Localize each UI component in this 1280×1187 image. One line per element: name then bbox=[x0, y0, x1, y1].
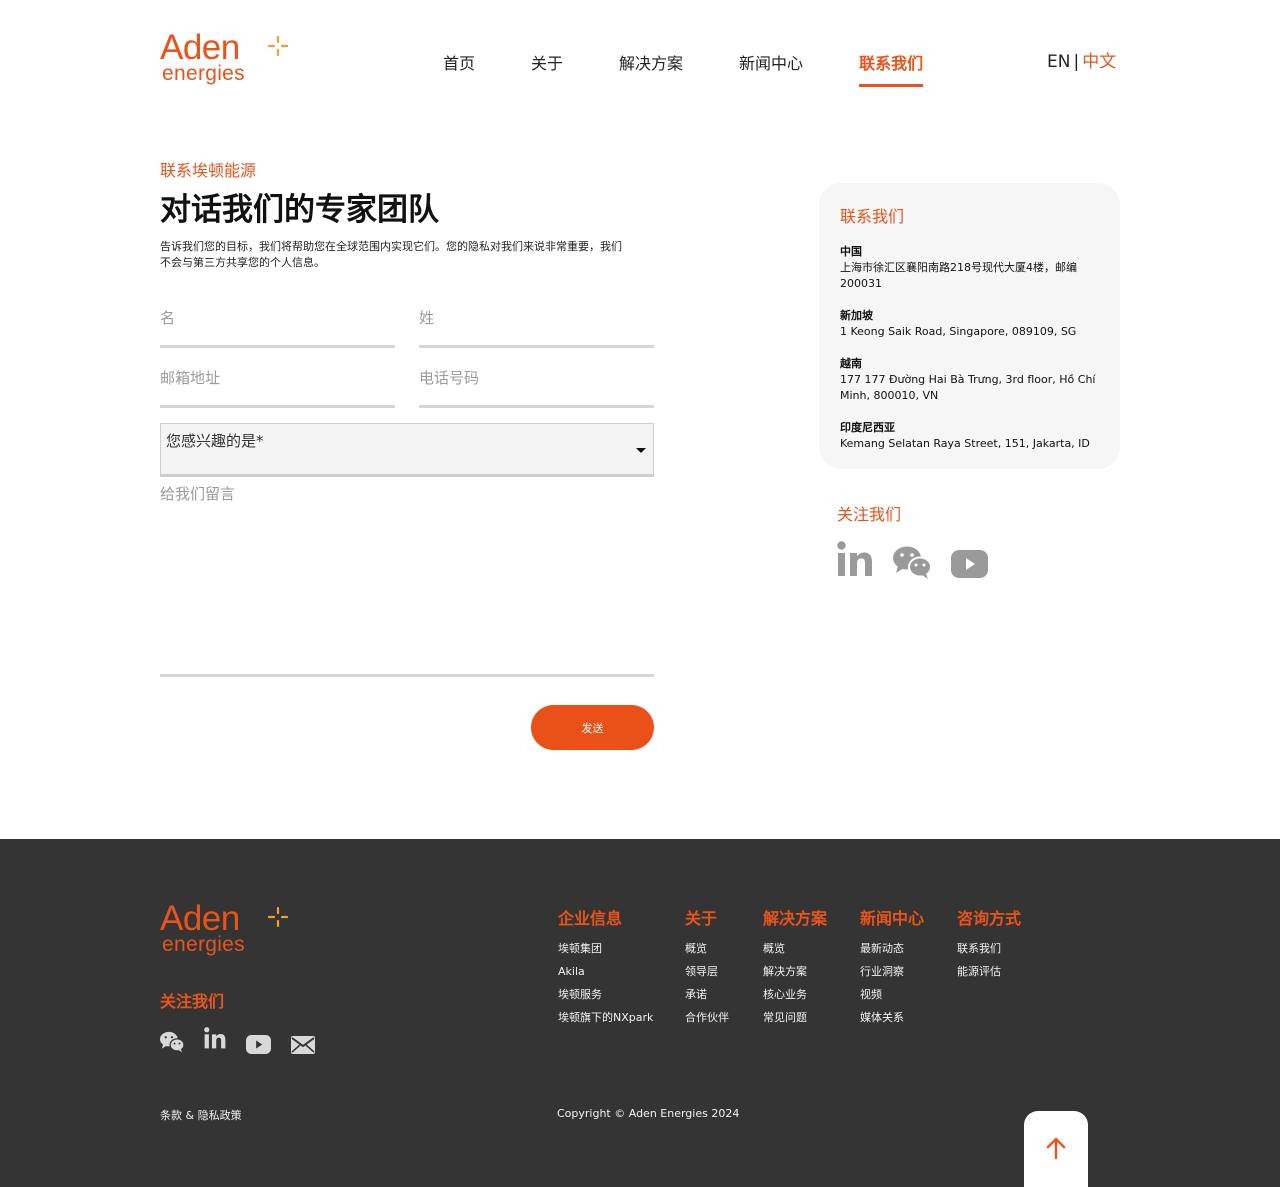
interest-select[interactable]: 您感兴趣的是* bbox=[160, 423, 654, 477]
message-field bbox=[160, 483, 654, 677]
footer-col-heading: 关于 bbox=[685, 909, 718, 928]
footer-link[interactable]: 联系我们 bbox=[957, 937, 1021, 960]
office-address: Kemang Selatan Raya Street, 151, Jakarta… bbox=[840, 437, 1090, 450]
interest-select-label: 您感兴趣的是* bbox=[166, 432, 264, 450]
footer-link[interactable]: 埃顿集团 bbox=[558, 937, 653, 960]
language-switcher: EN | 中文 bbox=[1047, 47, 1116, 72]
office-address: 177 177 Đường Hai Bà Trưng, 3rd floor, H… bbox=[840, 373, 1096, 402]
terms-privacy-link[interactable]: 条款 & 隐私政策 bbox=[160, 1107, 242, 1123]
office-china: 中国 上海市徐汇区襄阳南路218号现代大厦4楼，邮编200031 bbox=[840, 244, 1102, 292]
intro-text: 告诉我们您的目标，我们将帮助您在全球范围内实现它们。您的隐私对我们来说非常重要，… bbox=[160, 240, 622, 269]
first-name-input[interactable] bbox=[160, 309, 395, 327]
logo-subtitle: energies bbox=[162, 62, 245, 85]
mail-icon[interactable] bbox=[291, 1036, 315, 1054]
phone-input[interactable] bbox=[419, 369, 654, 387]
message-textarea[interactable] bbox=[160, 483, 654, 668]
footer-col-heading: 企业信息 bbox=[558, 909, 623, 928]
logo-spark-icon bbox=[268, 907, 288, 927]
lang-en[interactable]: EN bbox=[1047, 52, 1070, 72]
footer-link[interactable]: Akila bbox=[558, 960, 653, 983]
youtube-icon[interactable] bbox=[246, 1035, 271, 1054]
office-singapore: 新加坡 1 Keong Saik Road, Singapore, 089109… bbox=[840, 308, 1102, 340]
footer-col-news: 新闻中心 最新动态 行业洞察 视频 媒体关系 bbox=[860, 905, 924, 1029]
nav-item-news[interactable]: 新闻中心 bbox=[739, 50, 803, 82]
linkedin-icon[interactable] bbox=[837, 541, 873, 577]
office-indonesia: 印度尼西亚 Kemang Selatan Raya Street, 151, J… bbox=[840, 420, 1102, 452]
nav-item-solutions[interactable]: 解决方案 bbox=[619, 50, 683, 82]
site-header: Aden energies 首页 关于 解决方案 新闻中心 联系我们 EN | 中文 bbox=[0, 0, 1280, 110]
main-nav: 首页 关于 解决方案 新闻中心 联系我们 bbox=[443, 50, 979, 87]
footer-link[interactable]: 视频 bbox=[860, 983, 924, 1006]
footer-follow-title: 关注我们 bbox=[160, 992, 225, 1011]
copyright-text: Copyright © Aden Energies 2024 bbox=[557, 1107, 740, 1120]
footer-link[interactable]: 领导层 bbox=[685, 960, 729, 983]
lang-separator: | bbox=[1073, 52, 1080, 72]
footer-col-heading: 解决方案 bbox=[763, 909, 828, 928]
office-address: 1 Keong Saik Road, Singapore, 089109, SG bbox=[840, 325, 1077, 338]
footer-link[interactable]: 能源评估 bbox=[957, 960, 1021, 983]
send-button[interactable]: 发送 bbox=[531, 705, 654, 750]
footer-link[interactable]: 合作伙伴 bbox=[685, 1006, 729, 1029]
office-name: 新加坡 bbox=[840, 309, 873, 322]
footer-col-heading: 咨询方式 bbox=[957, 909, 1022, 928]
footer-link[interactable]: 常见问题 bbox=[763, 1006, 827, 1029]
last-name-field bbox=[419, 308, 654, 348]
office-address: 上海市徐汇区襄阳南路218号现代大厦4楼，邮编200031 bbox=[840, 261, 1077, 290]
site-footer: Aden energies 关注我们 企业信息 埃顿集团 Akila 埃顿服务 … bbox=[0, 839, 1280, 1187]
nav-item-about[interactable]: 关于 bbox=[531, 50, 563, 82]
linkedin-icon[interactable] bbox=[204, 1026, 226, 1050]
footer-link[interactable]: 概览 bbox=[685, 937, 729, 960]
footer-link[interactable]: 概览 bbox=[763, 937, 827, 960]
footer-link[interactable]: 解决方案 bbox=[763, 960, 827, 983]
wechat-icon[interactable] bbox=[893, 546, 931, 579]
office-name: 越南 bbox=[840, 357, 862, 370]
nav-item-contact[interactable]: 联系我们 bbox=[859, 50, 924, 87]
office-vietnam: 越南 177 177 Đường Hai Bà Trưng, 3rd floor… bbox=[840, 356, 1102, 404]
page-title: 对话我们的专家团队 bbox=[160, 192, 439, 228]
footer-logo[interactable]: Aden energies bbox=[160, 899, 290, 959]
footer-col-solutions: 解决方案 概览 解决方案 核心业务 常见问题 bbox=[763, 905, 827, 1029]
contact-card-title: 联系我们 bbox=[840, 207, 905, 226]
nav-item-home[interactable]: 首页 bbox=[443, 50, 475, 82]
office-name: 印度尼西亚 bbox=[840, 421, 895, 434]
caret-down-icon bbox=[636, 448, 646, 453]
email-input[interactable] bbox=[160, 369, 395, 387]
wechat-icon[interactable] bbox=[160, 1031, 184, 1053]
last-name-input[interactable] bbox=[419, 309, 654, 327]
footer-link[interactable]: 行业洞察 bbox=[860, 960, 924, 983]
footer-col-company: 企业信息 埃顿集团 Akila 埃顿服务 埃顿旗下的NXpark bbox=[558, 905, 653, 1029]
follow-us-title: 关注我们 bbox=[837, 505, 902, 524]
logo-subtitle: energies bbox=[162, 933, 245, 956]
footer-link[interactable]: 最新动态 bbox=[860, 937, 924, 960]
logo-spark-icon bbox=[268, 36, 288, 56]
phone-field bbox=[419, 368, 654, 408]
first-name-field bbox=[160, 308, 395, 348]
contact-info-card: 联系我们 中国 上海市徐汇区襄阳南路218号现代大厦4楼，邮编200031 新加… bbox=[819, 183, 1120, 469]
aden-energies-logo[interactable]: Aden energies bbox=[160, 28, 290, 88]
footer-col-consult: 咨询方式 联系我们 能源评估 bbox=[957, 905, 1021, 983]
footer-link[interactable]: 承诺 bbox=[685, 983, 729, 1006]
youtube-icon[interactable] bbox=[951, 550, 988, 578]
arrow-up-icon bbox=[1046, 1137, 1066, 1159]
footer-link[interactable]: 媒体关系 bbox=[860, 1006, 924, 1029]
office-name: 中国 bbox=[840, 245, 862, 258]
section-eyebrow: 联系埃顿能源 bbox=[160, 161, 257, 180]
footer-link[interactable]: 埃顿旗下的NXpark bbox=[558, 1006, 653, 1029]
footer-col-heading: 新闻中心 bbox=[860, 909, 925, 928]
footer-logo-mark: Aden energies bbox=[160, 899, 290, 959]
back-to-top-button[interactable] bbox=[1024, 1111, 1088, 1187]
lang-zh[interactable]: 中文 bbox=[1082, 52, 1116, 72]
email-field bbox=[160, 368, 395, 408]
footer-col-about: 关于 概览 领导层 承诺 合作伙伴 bbox=[685, 905, 729, 1029]
footer-link[interactable]: 埃顿服务 bbox=[558, 983, 653, 1006]
footer-link[interactable]: 核心业务 bbox=[763, 983, 827, 1006]
